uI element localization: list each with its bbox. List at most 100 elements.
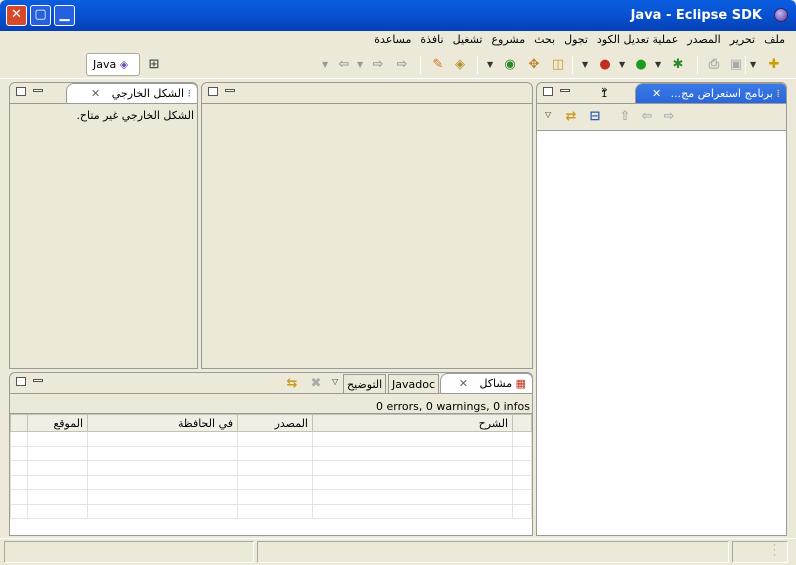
status-cell-left bbox=[4, 541, 254, 563]
table-cell bbox=[512, 460, 532, 476]
debug-icon[interactable]: ✱ bbox=[670, 57, 686, 73]
resize-grip-icon[interactable]: · · · bbox=[773, 542, 776, 561]
new-class-icon[interactable]: ◉ bbox=[502, 57, 518, 73]
chevron-down-icon[interactable]: ▼ bbox=[619, 57, 625, 73]
new-java-project-icon[interactable]: ◫ bbox=[550, 57, 566, 73]
menu-project[interactable]: مشروع bbox=[487, 31, 530, 46]
column-header-location[interactable]: الموقع bbox=[27, 414, 88, 432]
view-menu-icon[interactable]: ▽ bbox=[545, 107, 551, 123]
back-icon[interactable]: ⇦ bbox=[639, 109, 655, 125]
table-row[interactable] bbox=[10, 474, 532, 490]
save-icon[interactable]: ▣ bbox=[728, 57, 744, 73]
tab-outline[interactable]: ⁝ الشكل الخارجي ✕ bbox=[66, 83, 198, 104]
menu-source[interactable]: المصدر bbox=[683, 31, 725, 46]
table-cell bbox=[512, 474, 532, 490]
maximize-view-icon[interactable] bbox=[543, 87, 553, 96]
forward-icon[interactable]: ⇨ bbox=[661, 109, 677, 125]
menu-refactor[interactable]: عملية تعديل الكود bbox=[593, 31, 683, 46]
forward-icon[interactable]: ⇨ bbox=[370, 57, 386, 73]
minimize-view-icon[interactable] bbox=[560, 89, 570, 92]
close-icon[interactable]: ✕ bbox=[652, 87, 661, 100]
table-row[interactable] bbox=[10, 503, 532, 519]
delete-icon[interactable]: ✖ bbox=[308, 376, 324, 392]
title-bar: ✕ ▢ ▁ Java - Eclipse SDK bbox=[0, 0, 796, 31]
table-row[interactable] bbox=[10, 489, 532, 505]
minimize-view-icon[interactable] bbox=[225, 89, 235, 92]
outline-message: الشكل الخارجي غير متاح. bbox=[76, 109, 194, 122]
chevron-down-icon[interactable]: ▼ bbox=[582, 57, 588, 73]
print-icon[interactable]: ⎙ bbox=[706, 57, 722, 73]
minimize-view-icon[interactable] bbox=[33, 379, 43, 382]
table-cell bbox=[10, 445, 28, 461]
chevron-down-icon[interactable]: ▼ bbox=[655, 57, 661, 73]
table-cell bbox=[512, 431, 532, 447]
tab-label: مشاكل bbox=[479, 377, 513, 390]
back-icon[interactable]: ⇦ bbox=[336, 57, 352, 73]
tab-declaration[interactable]: التوضيح bbox=[343, 374, 387, 393]
tab-javadoc[interactable]: Javadoc bbox=[388, 374, 439, 393]
close-window-button[interactable]: ✕ bbox=[6, 5, 27, 26]
outline-icon: ⁝ bbox=[187, 87, 192, 100]
view-menu-icon[interactable]: ▽ bbox=[332, 374, 338, 390]
maximize-view-icon[interactable] bbox=[16, 87, 26, 96]
status-cell-right: · · · bbox=[732, 541, 788, 563]
column-header-filler bbox=[10, 414, 28, 432]
table-row[interactable] bbox=[10, 460, 532, 476]
maximize-window-button[interactable]: ▢ bbox=[30, 5, 51, 26]
new-package-icon[interactable]: ✥ bbox=[526, 57, 542, 73]
column-header-icon[interactable] bbox=[512, 414, 532, 432]
run-icon[interactable]: ● bbox=[633, 57, 649, 73]
toolbar-separator bbox=[745, 56, 746, 74]
chevron-down-icon[interactable]: ▼ bbox=[322, 57, 328, 73]
chevron-down-icon[interactable]: ▼ bbox=[487, 57, 493, 73]
menu-window[interactable]: نافذة bbox=[416, 31, 448, 46]
problems-summary: 0 errors, 0 warnings, 0 infos bbox=[10, 393, 532, 413]
toolbar-separator bbox=[572, 56, 573, 74]
table-cell bbox=[27, 460, 88, 476]
tab-package-explorer[interactable]: ⁞ برنامج استعراض مج... ✕ bbox=[635, 83, 787, 104]
editor-header bbox=[202, 83, 532, 103]
maximize-view-icon[interactable] bbox=[16, 377, 26, 386]
close-icon[interactable]: ✕ bbox=[459, 377, 468, 390]
search-icon[interactable]: ✎ bbox=[430, 57, 446, 73]
link-with-editor-icon[interactable]: ⇄ bbox=[563, 109, 579, 125]
new-wizard-icon[interactable]: ✚ bbox=[766, 57, 782, 73]
menu-run[interactable]: تشغيل bbox=[449, 31, 488, 46]
menu-navigate[interactable]: تجول bbox=[560, 31, 593, 46]
up-icon[interactable]: ⇧ bbox=[617, 109, 633, 125]
column-header-resource[interactable]: المصدر bbox=[237, 414, 313, 432]
menu-file[interactable]: ملف bbox=[760, 31, 790, 46]
tab-problems[interactable]: ▦ مشاكل ✕ bbox=[440, 373, 533, 394]
window-title: Java - Eclipse SDK bbox=[630, 8, 762, 23]
java-perspective-button[interactable]: Java ◈ bbox=[86, 53, 140, 76]
table-cell bbox=[87, 460, 238, 476]
maximize-view-icon[interactable] bbox=[208, 87, 218, 96]
external-tools-icon[interactable]: ● bbox=[597, 57, 613, 73]
menu-search[interactable]: بحث bbox=[530, 31, 560, 46]
open-type-icon[interactable]: ◈ bbox=[452, 57, 468, 73]
chevron-down-icon[interactable]: ▼ bbox=[357, 57, 363, 73]
column-header-description[interactable]: الشرح bbox=[312, 414, 513, 432]
chevron-down-icon[interactable]: ▼ bbox=[750, 57, 756, 73]
table-row[interactable] bbox=[10, 445, 532, 461]
open-perspective-icon[interactable]: ⊞ bbox=[146, 57, 162, 73]
column-header-in-folder[interactable]: في الحافظة bbox=[87, 414, 238, 432]
outline-body: الشكل الخارجي غير متاح. bbox=[10, 103, 197, 368]
menu-edit[interactable]: تحرير bbox=[726, 31, 760, 46]
minimize-view-icon[interactable] bbox=[33, 89, 43, 92]
package-explorer-tree[interactable] bbox=[537, 130, 786, 535]
table-cell bbox=[312, 460, 513, 476]
editor-body[interactable] bbox=[202, 103, 532, 368]
package-explorer-toolbar: ⇨ ⇦ ⇧ ⊟ ⇄ ▽ bbox=[537, 103, 786, 130]
problems-view: ⇆ ✖ ▽ التوضيح Javadoc ▦ مشاكل ✕ 0 errors… bbox=[9, 372, 533, 536]
filter-icon[interactable]: ⇆ bbox=[284, 376, 300, 392]
table-row[interactable] bbox=[10, 431, 532, 447]
package-icon: ⁞ bbox=[776, 87, 781, 100]
close-icon[interactable]: ✕ bbox=[91, 87, 100, 100]
collapse-all-icon[interactable]: ⊟ bbox=[587, 109, 603, 125]
table-cell bbox=[87, 474, 238, 490]
menu-help[interactable]: مساعدة bbox=[370, 31, 416, 46]
overflow-count[interactable]: 1 bbox=[601, 89, 607, 100]
minimize-window-button[interactable]: ▁ bbox=[54, 5, 75, 26]
last-edit-icon[interactable]: ⇨ bbox=[394, 57, 410, 73]
